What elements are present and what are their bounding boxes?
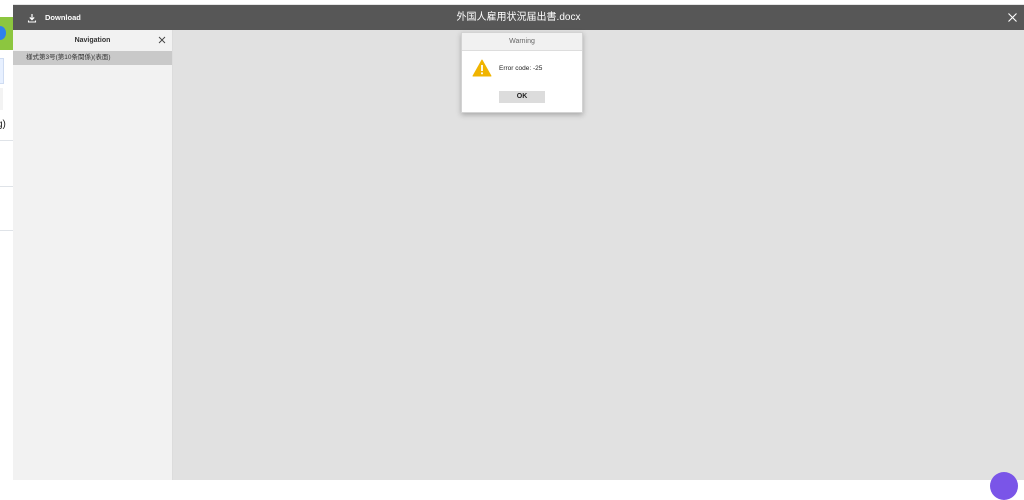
close-icon[interactable] bbox=[1007, 12, 1018, 23]
background-divider bbox=[0, 140, 13, 141]
background-divider bbox=[0, 186, 13, 187]
warning-dialog: Warning Error code: -25 OK bbox=[461, 32, 583, 113]
dialog-title: Warning bbox=[462, 33, 582, 51]
background-partial-text: g) bbox=[0, 119, 6, 130]
background-card-secondary bbox=[0, 88, 3, 110]
navigation-header: Navigation bbox=[13, 30, 172, 51]
background-divider bbox=[0, 230, 13, 231]
download-icon bbox=[27, 13, 37, 23]
document-title: 外国人雇用状況届出書.docx bbox=[456, 12, 581, 23]
dialog-message: Error code: -25 bbox=[499, 65, 543, 72]
chat-icon[interactable] bbox=[990, 472, 1018, 500]
viewer-toolbar: 外国人雇用状況届出書.docx Download bbox=[13, 5, 1024, 30]
navigation-item[interactable]: 様式第3号(第10条関係)(表面) bbox=[13, 51, 172, 65]
navigation-close-icon[interactable] bbox=[158, 36, 166, 44]
ok-button[interactable]: OK bbox=[499, 91, 545, 103]
background-card bbox=[0, 58, 4, 84]
navigation-panel: Navigation 様式第3号(第10条関係)(表面) bbox=[13, 30, 173, 480]
navigation-title: Navigation bbox=[74, 37, 111, 44]
download-button[interactable]: Download bbox=[27, 5, 81, 30]
download-label: Download bbox=[45, 13, 81, 22]
warning-icon bbox=[472, 59, 492, 77]
